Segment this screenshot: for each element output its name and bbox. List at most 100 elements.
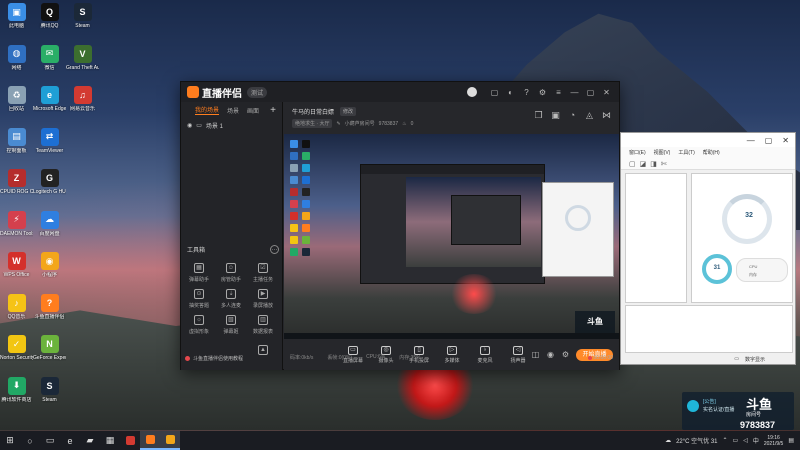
tray-arrow-icon[interactable]: ⌃ (723, 437, 728, 444)
clock[interactable]: 19:16 2021/9/5 (764, 435, 783, 447)
desktop-icon[interactable]: ♪ QQ音乐 (0, 291, 33, 333)
desktop-icon[interactable]: Z CPUID ROG CPU-Z (0, 166, 33, 208)
taskbar-start-icon[interactable]: ⊞ (0, 431, 20, 450)
desktop-icon[interactable]: ◉ 小程序 (33, 249, 66, 291)
desktop-icon[interactable]: ✓ Norton Security (0, 332, 33, 374)
desktop-icon[interactable]: ◍ 网络 (0, 42, 33, 84)
message-icon[interactable]: ▢ (490, 88, 499, 97)
desktop-icon[interactable]: S Steam (66, 0, 99, 42)
volume-icon[interactable]: ◁ (743, 437, 748, 444)
preview-app-icon (290, 164, 298, 172)
monitor-tool-2-icon[interactable]: ◪ (640, 160, 647, 168)
monitor-menu: 窗口(E) 视图(V) 工具(T) 帮助(H) (621, 147, 795, 158)
help-icon[interactable]: ? (522, 88, 531, 97)
tool-item[interactable]: ⊙ 抽奖答题 (183, 286, 215, 312)
stream-preview[interactable]: 斗鱼 (284, 134, 619, 339)
notification-icon[interactable]: ◬ (585, 111, 594, 120)
ime-icon[interactable]: 中 (753, 436, 759, 445)
close-icon[interactable]: ✕ (602, 88, 611, 97)
room-title: 牛马的日常白嫖 (292, 110, 335, 116)
desktop-icon[interactable]: G Logitech G HUB (33, 166, 66, 208)
weather-icon[interactable]: ☁ (665, 437, 671, 444)
taskbar-app-red-icon[interactable] (120, 431, 140, 450)
network-icon[interactable]: ▭ (733, 437, 739, 444)
monitor-maximize-icon[interactable]: ▢ (765, 136, 773, 145)
version-badge[interactable]: 测试 (247, 86, 268, 98)
eye-icon[interactable]: ◉ (187, 122, 192, 129)
monitor-close-icon[interactable]: ✕ (782, 136, 789, 145)
desktop-icon (66, 332, 99, 374)
tool-item[interactable]: ▥ 数据报表 (247, 312, 279, 338)
edit-title-button[interactable]: 修改 (340, 107, 357, 116)
minimize-icon[interactable]: — (570, 88, 579, 97)
scene-item[interactable]: ◉ ▭ 场景 1 (181, 118, 282, 132)
taskbar-store-icon[interactable]: ▦ (100, 431, 120, 450)
tool-icon: ▲ (258, 344, 268, 355)
tab-my-scenes[interactable]: 我的场景 (195, 105, 220, 115)
preview-app-icon (302, 188, 310, 196)
desktop-icon[interactable]: VGrand Theft Auto V (66, 42, 99, 84)
desktop-icon[interactable]: ? 斗鱼直播伴侣 (33, 291, 66, 333)
avatar[interactable] (467, 87, 477, 97)
pencil-icon[interactable]: ✎ (336, 121, 340, 127)
desktop-icon[interactable]: ⬇ 腾讯软件商店 (0, 374, 33, 416)
weather-text[interactable]: 22°C 空气优 31 (676, 436, 717, 445)
gift-icon[interactable]: ❒ (534, 111, 543, 120)
desktop-icon[interactable]: N GeForce Experience (33, 332, 66, 374)
room-category[interactable]: 绝地求生 · 大厅 (292, 119, 333, 128)
tool-item[interactable]: ☺ 房管助手 (215, 260, 247, 286)
more-icon[interactable]: … (270, 245, 279, 254)
tool-item[interactable]: ▲ (247, 338, 279, 364)
menu-view[interactable]: 视图(V) (654, 149, 671, 156)
taskbar-douyu-icon[interactable] (140, 431, 160, 450)
maximize-icon[interactable]: ▢ (586, 88, 595, 97)
tab-scenes[interactable]: 场景 (227, 106, 239, 115)
desktop-icon-label: 腾讯软件商店 (1, 396, 32, 403)
footer-label[interactable]: 数字显示 (745, 356, 765, 363)
taskbar-task-view-icon[interactable]: ▭ (40, 431, 60, 450)
taskbar-explorer-icon[interactable]: ▰ (80, 431, 100, 450)
taskbar-orange-app-icon[interactable] (160, 431, 180, 450)
bell-icon[interactable]: ◔ (568, 111, 577, 120)
skin-icon[interactable]: ◐ (506, 88, 515, 97)
app-icon: ☁ (40, 210, 59, 229)
tab-canvas[interactable]: 画面 (247, 106, 259, 115)
monitor-tool-1-icon[interactable]: ▢ (629, 160, 636, 168)
desktop-icon[interactable]: ▤ 控制面板 (0, 125, 33, 167)
tool-item[interactable]: ▦ 弹幕助手 (183, 260, 215, 286)
title-bar[interactable]: 直播伴侣 测试 ▢ ◐ ? ⚙ ≡ — ▢ ✕ (181, 82, 619, 102)
desktop-icon[interactable]: e Microsoft Edge (33, 83, 66, 125)
tool-item[interactable]: ▧ 弹幕姬 (215, 312, 247, 338)
desktop-icon[interactable]: ♻ 回收站 (0, 83, 33, 125)
tool-item[interactable]: ⇣ 多人连麦 (215, 286, 247, 312)
desktop-icon[interactable]: ⇄ TeamViewer (33, 125, 66, 167)
menu-window[interactable]: 窗口(E) (629, 149, 646, 156)
desktop-icon[interactable]: W WPS Office (0, 249, 33, 291)
share-icon[interactable]: ⋈ (602, 111, 611, 120)
monitor-title-bar[interactable]: — ▢ ✕ (621, 133, 795, 147)
taskbar-edge-icon[interactable]: e (60, 431, 80, 450)
add-scene-icon[interactable]: + (270, 105, 276, 116)
desktop-icon[interactable]: ✉ 微信 (33, 42, 66, 84)
settings-icon[interactable]: ⚙ (538, 88, 547, 97)
desktop-icon[interactable]: Q 腾讯QQ (33, 0, 66, 42)
tool-item[interactable]: ☑ 主播任务 (247, 260, 279, 286)
tool-item[interactable]: ▶ 录屏播放 (247, 286, 279, 312)
lock-icon[interactable]: ▣ (551, 111, 560, 120)
taskbar-search-icon[interactable]: ○ (20, 431, 40, 450)
menu-icon[interactable]: ≡ (554, 88, 563, 97)
notification-center-icon[interactable]: ▤ (788, 437, 794, 444)
monitor-tool-3-icon[interactable]: ◨ (650, 160, 657, 168)
monitor-tool-4-icon[interactable]: ✄ (661, 160, 667, 168)
tool-item[interactable]: ☼ 虚拟形象 (183, 312, 215, 338)
tutorial-notice[interactable]: 斗鱼直播伴侣使用教程 (185, 355, 243, 362)
desktop-icon[interactable]: S Steam (33, 374, 66, 416)
desktop-icon[interactable]: ☁ 百度网盘 (33, 208, 66, 250)
app-icon: Z (7, 169, 26, 187)
menu-help[interactable]: 帮助(H) (703, 149, 720, 156)
desktop-icon[interactable]: ⚡DAEMON Tools Lite (0, 208, 33, 250)
desktop-icon[interactable]: ▣ 此电脑 (0, 0, 33, 42)
desktop-icon[interactable]: ♫ 网易云音乐 (66, 83, 99, 125)
menu-tools[interactable]: 工具(T) (678, 149, 694, 156)
monitor-minimize-icon[interactable]: — (747, 136, 755, 145)
